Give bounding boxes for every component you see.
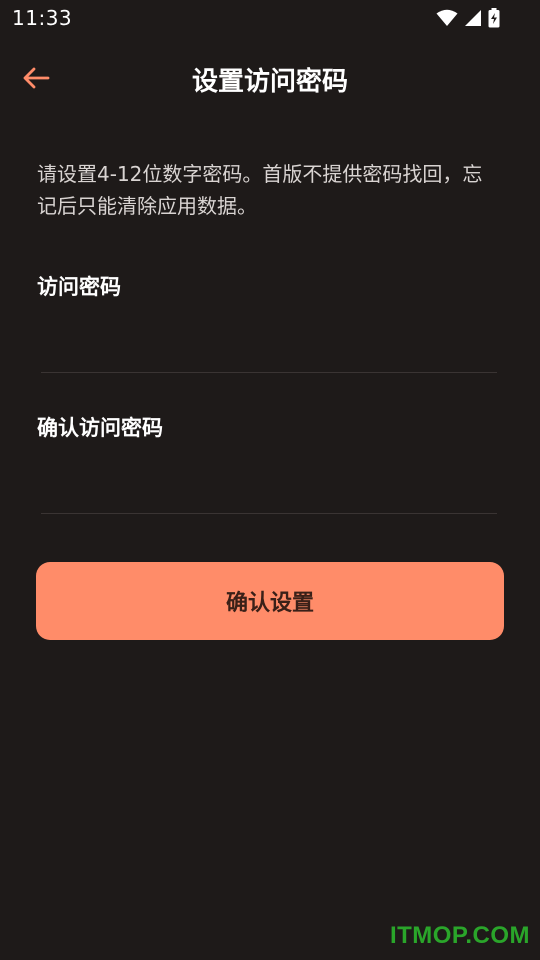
password-label: 访问密码	[37, 275, 121, 299]
status-time: 11:33	[12, 6, 73, 30]
confirm-settings-button[interactable]: 确认设置	[36, 562, 504, 640]
confirm-password-label: 确认访问密码	[37, 416, 163, 440]
battery-charging-icon	[488, 8, 500, 28]
wifi-icon	[436, 9, 458, 27]
status-icons	[436, 8, 500, 28]
description-text: 请设置4-12位数字密码。首版不提供密码找回，忘记后只能清除应用数据。	[37, 162, 483, 218]
cellular-signal-icon	[464, 9, 482, 27]
app-bar: 设置访问密码	[0, 44, 540, 114]
confirm-password-input[interactable]	[41, 473, 497, 514]
status-bar: 11:33	[0, 0, 540, 36]
watermark: ITMOP.COM	[389, 922, 530, 949]
page-title: 设置访问密码	[191, 67, 348, 97]
password-input[interactable]	[41, 332, 497, 373]
